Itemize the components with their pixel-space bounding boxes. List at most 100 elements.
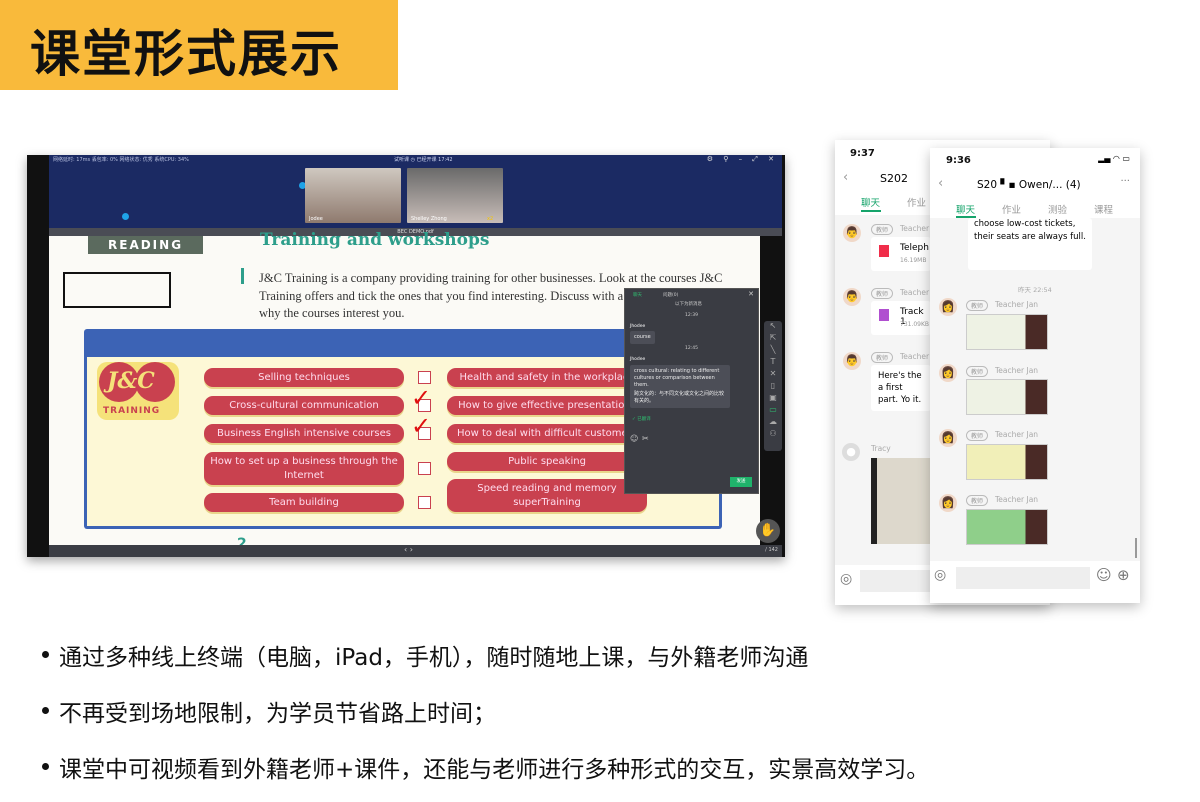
- checkbox[interactable]: [418, 462, 431, 475]
- more-icon[interactable]: ···: [1120, 176, 1130, 187]
- slide-title: 课堂形式展示: [30, 25, 342, 83]
- scissors-icon[interactable]: ✂: [642, 434, 649, 443]
- translated-tag: ✓ 已翻译: [632, 417, 651, 422]
- questions-tab[interactable]: 问题(0): [663, 292, 678, 298]
- message-time: 12:39: [685, 313, 698, 318]
- desktop-classroom-screenshot: 网络延时: 17ms 丢包率: 0% 网络状态: 优秀 系统CPU: 34% 试…: [27, 155, 785, 557]
- back-icon[interactable]: ‹: [843, 170, 848, 185]
- blank-box: [63, 272, 171, 308]
- checkbox[interactable]: [418, 371, 431, 384]
- phone-time: 9:37: [850, 148, 875, 159]
- chat-tab[interactable]: 聊天: [633, 292, 642, 298]
- message-sender: Jhodee: [630, 357, 646, 362]
- pdf-page: READING Training and workshops J&C Train…: [49, 230, 782, 552]
- image-message[interactable]: [966, 314, 1048, 350]
- checkbox[interactable]: [418, 496, 431, 509]
- whiteboard-toolbar: ↖ ⇱ ╲ T ✕ ▯ ▣ ▭ ☁ ⚇: [764, 321, 782, 451]
- chat-icon[interactable]: ▭: [764, 405, 782, 417]
- tab-course[interactable]: 课程: [1094, 202, 1113, 216]
- cloud-icon[interactable]: ☁: [764, 417, 782, 429]
- pointer-icon[interactable]: ↖: [764, 321, 782, 333]
- tab-chat[interactable]: 聊天: [861, 195, 880, 209]
- window-controls[interactable]: ⚙ ⚲ – ⤢ ✕: [707, 155, 778, 164]
- users-icon[interactable]: ⚇: [764, 429, 782, 441]
- close-icon[interactable]: ✕: [748, 290, 754, 298]
- course-item: Selling techniques: [204, 368, 404, 387]
- bullet-item: 课堂中可视频看到外籍老师+课件，还能与老师进行多种形式的交互，实景高效学习。: [42, 750, 929, 784]
- file-message[interactable]: Track 1 731.09KB: [871, 301, 931, 335]
- student-avatar: ●: [842, 443, 860, 461]
- handwritten-tick: ✓: [411, 412, 432, 440]
- send-button[interactable]: 发送: [730, 477, 752, 487]
- course-item: Business English intensive courses: [204, 424, 404, 443]
- add-icon[interactable]: ⊕: [1117, 566, 1130, 584]
- teacher-avatar: 👩: [939, 429, 957, 447]
- image-message[interactable]: [966, 509, 1048, 545]
- message-input[interactable]: [860, 570, 940, 592]
- tab-homework[interactable]: 作业: [907, 195, 926, 209]
- handwritten-tick: ✓: [411, 384, 432, 412]
- file-message[interactable]: Teleph 16.19MB: [871, 237, 931, 271]
- photo-message[interactable]: [871, 458, 931, 544]
- emoji-icon[interactable]: ☺: [630, 434, 638, 443]
- jc-logo: J&C TRAINING: [95, 362, 181, 424]
- bullet-item: 通过多种线上终端（电脑，iPad，手机），随时随地上课，与外籍老师沟通: [42, 638, 808, 672]
- scrollbar[interactable]: [1135, 538, 1137, 558]
- image-icon[interactable]: ▣: [764, 393, 782, 405]
- decor-dot: [122, 213, 129, 220]
- course-item: How to deal with difficult customers: [447, 424, 647, 443]
- voice-icon[interactable]: ◎: [840, 571, 852, 587]
- message-sender: Jhodee: [630, 324, 646, 329]
- course-item: Health and safety in the workplace: [447, 368, 647, 387]
- exercise-number: [241, 268, 244, 284]
- new-messages-divider: 以下为新消息: [675, 302, 702, 307]
- message-input[interactable]: [956, 567, 1090, 589]
- group-title: S202: [880, 172, 908, 185]
- text-message: Here's the a first part. Yo it.: [871, 365, 931, 411]
- title-band: 课堂形式展示: [0, 0, 398, 90]
- teacher-avatar: 👨: [843, 224, 861, 242]
- back-icon[interactable]: ‹: [938, 176, 943, 191]
- phone-screenshot-front: 9:36 ▂▄ ◠ ▭ ‹ S20 ▘▪ Owen/... (4) ··· 聊天…: [930, 148, 1140, 603]
- course-item: How to give effective presentations: [447, 396, 647, 415]
- course-item: Speed reading and memory superTraining: [447, 479, 647, 512]
- message-timestamp: 昨天 22:54: [1018, 286, 1052, 294]
- page-title: Training and workshops: [260, 230, 490, 250]
- teacher-avatar: 👨: [843, 288, 861, 306]
- teacher-avatar: 👩: [939, 494, 957, 512]
- group-title: S20 ▘▪ Owen/... (4): [977, 179, 1081, 191]
- teacher-avatar: 👩: [939, 364, 957, 382]
- tab-homework[interactable]: 作业: [1002, 202, 1021, 216]
- course-item: Cross-cultural communication: [204, 396, 404, 415]
- image-message[interactable]: [966, 444, 1048, 480]
- teacher-avatar: 👩: [939, 298, 957, 316]
- class-timer: 试听课 ◷ 已经开课 17:42: [394, 157, 453, 163]
- course-item: Public speaking: [447, 452, 647, 471]
- page-indicator: / 142: [765, 547, 778, 553]
- student-video: Shelley Zhong x2: [407, 168, 503, 223]
- teacher-video: Jodee: [305, 168, 401, 223]
- page-nav-arrows[interactable]: ‹ ›: [404, 545, 413, 554]
- tab-quiz[interactable]: 测验: [1048, 202, 1067, 216]
- status-icons: ▂▄ ◠ ▭: [1098, 154, 1130, 163]
- chat-bubble: course: [630, 331, 655, 344]
- bottom-bar: ‹ › / 142: [49, 545, 782, 557]
- text-message: choose low-cost tickets, their seats are…: [968, 218, 1092, 270]
- text-icon[interactable]: T: [764, 357, 782, 369]
- course-item: How to set up a business through the Int…: [204, 452, 404, 485]
- image-message[interactable]: [966, 379, 1048, 415]
- trash-icon[interactable]: ▯: [764, 381, 782, 393]
- chat-panel: 聊天 问题(0) ✕ 以下为新消息 12:39 Jhodee course 12…: [624, 288, 759, 494]
- select-icon[interactable]: ⇱: [764, 333, 782, 345]
- phone-time: 9:36: [946, 155, 971, 166]
- message-time: 12:45: [685, 346, 698, 351]
- raise-hand-button[interactable]: ✋: [756, 519, 780, 543]
- eraser-icon[interactable]: ✕: [764, 369, 782, 381]
- pen-icon[interactable]: ╲: [764, 345, 782, 357]
- course-item: Team building: [204, 493, 404, 512]
- tab-chat[interactable]: 聊天: [956, 202, 975, 216]
- voice-icon[interactable]: ◎: [934, 567, 946, 583]
- chat-bubble: cross cultural: relating to different cu…: [630, 365, 730, 408]
- network-status: 网络延时: 17ms 丢包率: 0% 网络状态: 优秀 系统CPU: 34%: [53, 157, 189, 163]
- emoji-icon[interactable]: ☺: [1096, 566, 1112, 584]
